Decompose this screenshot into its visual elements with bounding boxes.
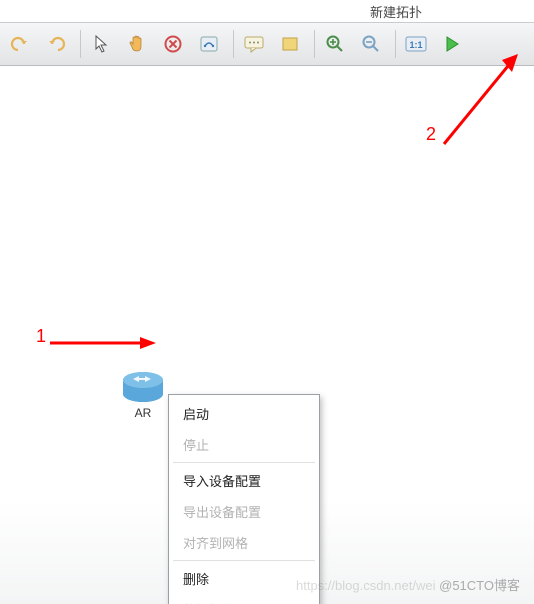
comment-icon[interactable] <box>240 30 268 58</box>
watermark-text: @51CTO博客 <box>439 578 520 593</box>
zoom-in-icon[interactable] <box>321 30 349 58</box>
annotation-2-arrow <box>430 52 526 152</box>
menu-start[interactable]: 启动 <box>169 398 319 429</box>
toolbar-separator <box>80 30 81 58</box>
router-icon <box>120 368 166 404</box>
toolbar-separator <box>395 30 396 58</box>
device-router[interactable]: AR <box>118 368 168 420</box>
annotation-1-arrow <box>48 334 158 352</box>
pan-icon[interactable] <box>123 30 151 58</box>
pointer-icon[interactable] <box>87 30 115 58</box>
watermark-faint: https://blog.csdn.net/wei <box>296 578 435 593</box>
delete-icon[interactable] <box>159 30 187 58</box>
menu-separator <box>173 560 315 561</box>
link-icon[interactable] <box>195 30 223 58</box>
svg-text:1:1: 1:1 <box>409 40 422 50</box>
menu-export-config: 导出设备配置 <box>169 496 319 527</box>
context-menu: 启动 停止 导入设备配置 导出设备配置 对齐到网格 删除 数据抓包 CLI 设置 <box>168 394 320 604</box>
menu-capture: 数据抓包 <box>169 594 319 604</box>
toolbar-separator <box>233 30 234 58</box>
watermark: https://blog.csdn.net/wei @51CTO博客 <box>296 575 520 594</box>
rectangle-icon[interactable] <box>276 30 304 58</box>
fit-icon[interactable]: 1:1 <box>402 30 430 58</box>
zoom-out-icon[interactable] <box>357 30 385 58</box>
menu-stop: 停止 <box>169 429 319 460</box>
toolbar-separator <box>314 30 315 58</box>
menu-import-config[interactable]: 导入设备配置 <box>169 465 319 496</box>
annotation-1-label: 1 <box>36 326 46 347</box>
device-label: AR <box>118 406 168 420</box>
tab-title: 新建拓扑 <box>370 2 422 21</box>
redo-icon[interactable] <box>42 30 70 58</box>
undo-icon[interactable] <box>6 30 34 58</box>
menu-separator <box>173 462 315 463</box>
menu-align-grid: 对齐到网格 <box>169 527 319 558</box>
